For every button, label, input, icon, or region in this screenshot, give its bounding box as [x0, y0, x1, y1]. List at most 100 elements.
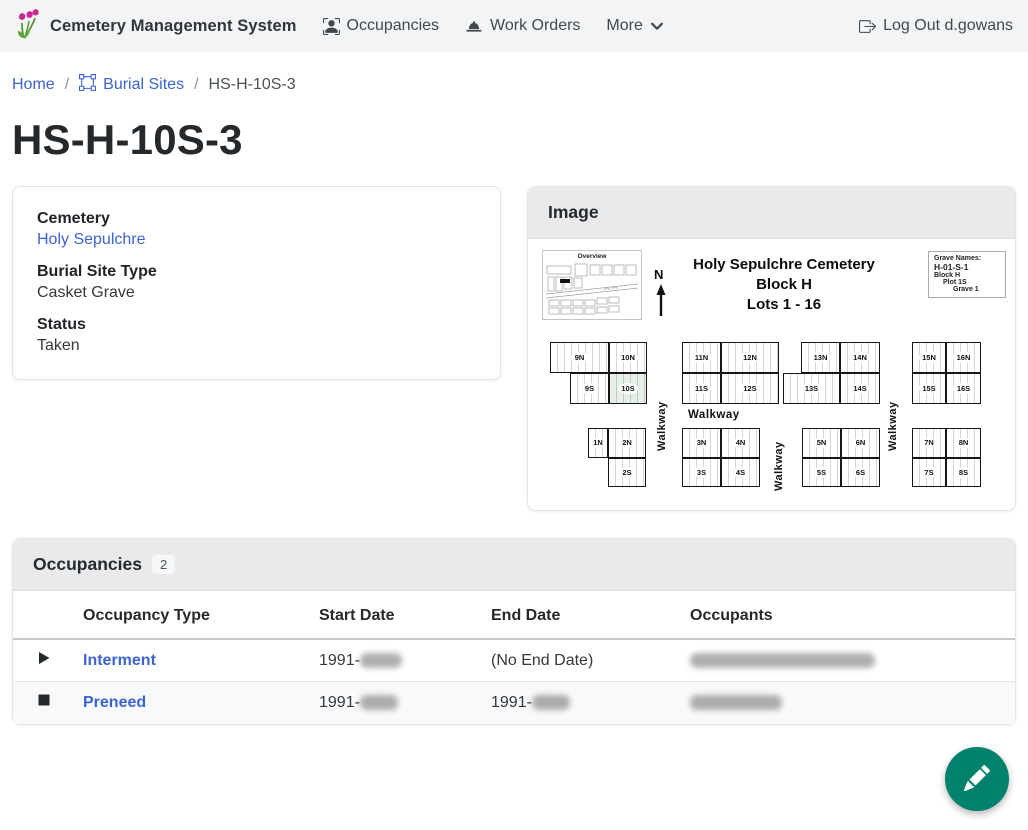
app-title: Cemetery Management System	[50, 17, 297, 36]
occupancies-card: Occupancies 2 Occupancy Type Start Date …	[12, 538, 1016, 725]
field-value: Taken	[37, 337, 476, 355]
map-cell: 5S	[802, 458, 841, 487]
map-cell: 12N	[721, 342, 779, 373]
table-header-row: Occupancy Type Start Date End Date Occup…	[13, 591, 1015, 639]
breadcrumb-current: HS-H-10S-3	[209, 76, 296, 94]
nav-label-more: More	[606, 17, 642, 35]
nav-item-occupancies[interactable]: Occupancies	[323, 17, 440, 35]
overview-minimap: Overview	[542, 250, 642, 320]
map-cell: 15N	[912, 342, 946, 373]
logout-label: Log Out d.gowans	[883, 17, 1013, 35]
redacted-text	[690, 695, 782, 710]
grave-names-heading: Grave Names:	[934, 255, 1001, 262]
breadcrumb-separator: /	[65, 76, 69, 94]
field-status: Status Taken	[37, 316, 476, 355]
grave-plot: Plot 1S	[943, 279, 1001, 286]
map-cell: 15S	[912, 373, 946, 404]
end-date: (No End Date)	[491, 652, 593, 669]
map-cell: 2S	[608, 458, 646, 487]
field-label: Cemetery	[37, 210, 476, 228]
map-cell: 7S	[912, 458, 946, 487]
breadcrumb-burial-sites[interactable]: Burial Sites	[79, 74, 184, 96]
map-cell: 11S	[682, 373, 721, 404]
logout-button[interactable]: Log Out d.gowans	[859, 17, 1013, 35]
nav-item-more[interactable]: More	[606, 17, 663, 35]
occupancies-table: Occupancy Type Start Date End Date Occup…	[13, 591, 1015, 724]
map-title-line1: Holy Sepulchre Cemetery	[634, 255, 934, 275]
map-cell-current: 10S	[609, 373, 647, 404]
tulip-logo-icon	[15, 9, 41, 44]
map-cell: 8N	[946, 428, 981, 458]
map-cell: 12S	[721, 373, 779, 404]
overview-map-sketch	[544, 260, 640, 318]
map-cell: 9S	[570, 373, 609, 404]
map-cell: 16N	[946, 342, 981, 373]
table-row: Preneed 1991- 1991-	[13, 682, 1015, 724]
occupancy-type-link[interactable]: Preneed	[83, 694, 146, 711]
map-cell: 3S	[682, 458, 721, 487]
start-date: 1991-	[319, 652, 360, 669]
map-cell: 8S	[946, 458, 981, 487]
occupancies-card-header: Occupancies 2	[13, 539, 1015, 591]
breadcrumb-home[interactable]: Home	[12, 76, 55, 94]
top-navbar: Cemetery Management System Occupancies W…	[0, 0, 1028, 52]
field-label: Burial Site Type	[37, 263, 476, 281]
map-title-line2: Block H	[634, 275, 934, 295]
nav-item-work-orders[interactable]: Work Orders	[465, 17, 580, 35]
map-cell: 14N	[840, 342, 880, 373]
map-cell: 7N	[912, 428, 946, 458]
cemetery-link[interactable]: Holy Sepulchre	[37, 231, 476, 249]
field-cemetery: Cemetery Holy Sepulchre	[37, 210, 476, 249]
grave-number: Grave 1	[953, 286, 1001, 293]
walkway-label: Walkway	[773, 429, 785, 491]
bounding-box-icon	[79, 74, 96, 96]
box-arrow-right-icon	[859, 18, 876, 35]
burial-site-details-card: Cemetery Holy Sepulchre Burial Site Type…	[12, 186, 501, 380]
grave-block: Block H	[934, 272, 1001, 279]
chevron-down-icon	[650, 19, 664, 33]
map-cell: 11N	[682, 342, 721, 373]
status-column-header	[13, 591, 75, 639]
nav-items: Occupancies Work Orders More	[323, 17, 664, 35]
breadcrumb-burial-sites-label: Burial Sites	[103, 76, 184, 94]
play-icon	[37, 652, 51, 669]
map-cell: 13S	[783, 373, 840, 404]
image-card-header: Image	[528, 187, 1015, 239]
table-row: Interment 1991- (No End Date)	[13, 639, 1015, 682]
map-cell: 1N	[588, 428, 608, 458]
plot-map-image: Overview	[528, 239, 1015, 510]
column-header: Start Date	[311, 591, 483, 639]
breadcrumb: Home / Burial Sites / HS-H-10S-3	[0, 52, 1028, 96]
column-header: Occupants	[682, 591, 1015, 639]
person-bounding-box-icon	[323, 18, 340, 35]
image-card: Image Overview	[527, 186, 1016, 511]
column-header: End Date	[483, 591, 682, 639]
field-label: Status	[37, 316, 476, 334]
occupancies-title: Occupancies	[33, 554, 142, 575]
redacted-text	[690, 653, 875, 668]
stop-icon	[37, 694, 51, 711]
nav-label-occupancies: Occupancies	[347, 17, 440, 35]
grave-name: H-01-S-1	[934, 262, 1001, 272]
map-cell: 4N	[721, 428, 760, 458]
breadcrumb-separator: /	[194, 76, 198, 94]
map-cell: 10N	[609, 342, 647, 373]
start-date: 1991-	[319, 694, 360, 711]
app-brand[interactable]: Cemetery Management System	[15, 9, 297, 44]
hard-hat-icon	[465, 18, 483, 35]
map-cell: 6N	[841, 428, 880, 458]
field-burial-site-type: Burial Site Type Casket Grave	[37, 263, 476, 302]
walkway-label: Walkway	[688, 409, 740, 421]
walkway-label: Walkway	[887, 389, 899, 451]
map-cell: 14S	[840, 373, 880, 404]
map-cell: 3N	[682, 428, 721, 458]
occupancy-type-link[interactable]: Interment	[83, 652, 156, 669]
occupancies-count-badge: 2	[152, 555, 175, 574]
edit-fab-button[interactable]	[945, 747, 1009, 811]
map-title-line3: Lots 1 - 16	[634, 295, 934, 315]
walkway-label: Walkway	[656, 389, 668, 451]
map-cell: 9N	[550, 342, 609, 373]
field-value: Casket Grave	[37, 284, 476, 302]
end-date: 1991-	[491, 694, 532, 711]
page-title: HS-H-10S-3	[0, 96, 1028, 164]
